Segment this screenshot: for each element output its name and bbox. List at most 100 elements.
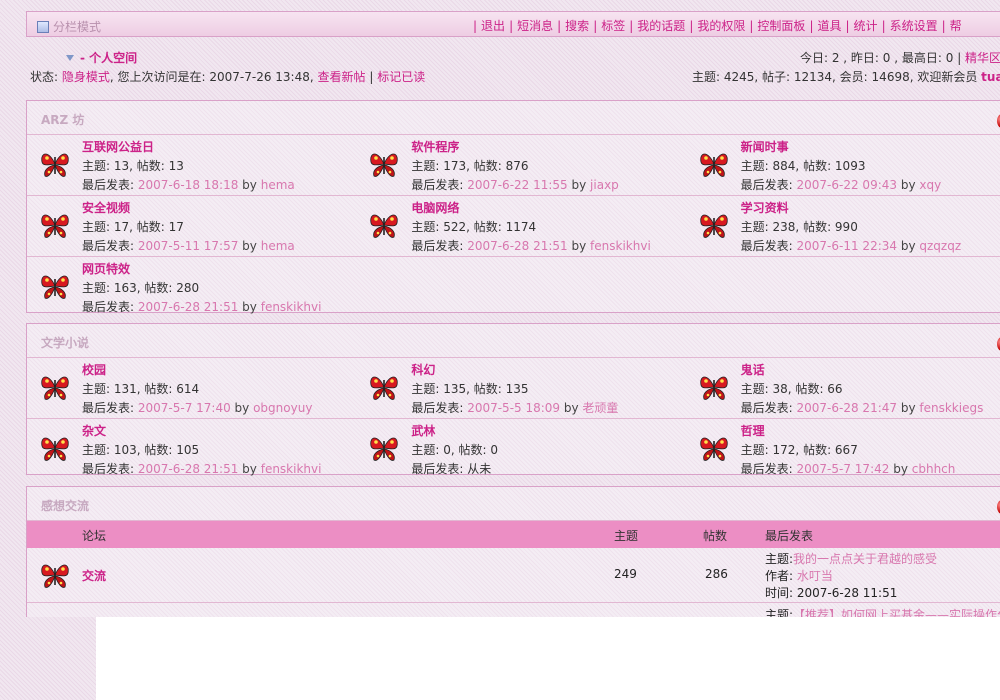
separator: |	[689, 19, 694, 33]
personal-space-link[interactable]: - 个人空间	[66, 49, 137, 66]
forum-counts: 主题: 13, 帖数: 13	[82, 157, 184, 174]
forum-link[interactable]: 交流	[82, 567, 106, 584]
forum-section: 文学小说 校园 主题: 131, 帖数: 614 最后发表: 2007-5-7 17:…	[26, 323, 1000, 476]
forum-link[interactable]: 电脑网络	[411, 199, 459, 216]
forum-link[interactable]: 互联网公益日	[82, 138, 154, 155]
forum-link[interactable]: 软件程序	[411, 138, 459, 155]
last-post: 最后发表: 2007-6-22 11:55 by jiaxp	[411, 176, 618, 193]
last-post-date-link[interactable]: 2007-5-7 17:40	[138, 401, 231, 415]
separator: |	[629, 19, 634, 33]
separator: |	[881, 19, 886, 33]
post-count: 1174	[505, 220, 537, 234]
last-post-date-link[interactable]: 2007-6-11 22:34	[797, 239, 898, 253]
mark-read-link[interactable]: 标记已读	[377, 70, 425, 84]
butterfly-icon	[39, 271, 71, 304]
forum-link[interactable]: 新闻时事	[741, 138, 789, 155]
butterfly-icon	[698, 149, 730, 182]
last-post-label: 最后发表:	[82, 401, 138, 415]
last-post-author-link[interactable]: hema	[261, 178, 295, 192]
nav-link[interactable]: 标签	[601, 19, 625, 33]
last-post-date-link[interactable]: 2007-6-28 21:51	[467, 239, 568, 253]
last-post-author-link[interactable]: xqy	[919, 178, 941, 192]
posts-label: 帖数:	[144, 281, 177, 295]
section-title[interactable]: 文学小说	[41, 334, 89, 351]
forum-link[interactable]: 学习资料	[741, 199, 789, 216]
last-post-author-link[interactable]: fenskikhvi	[590, 239, 651, 253]
separator: ,	[466, 159, 474, 173]
topics-label: 主题:	[82, 443, 114, 457]
forum-link[interactable]: 鬼话	[741, 361, 765, 378]
split-mode-toggle[interactable]: 分栏模式	[37, 18, 101, 35]
forum-link[interactable]: 杂文	[82, 422, 106, 439]
section-header: 文学小说	[27, 324, 1000, 358]
forum-link[interactable]: 武林	[411, 422, 435, 439]
last-post-subject-link[interactable]: 【推荐】如何网上买基金——实际操作分	[793, 608, 1000, 617]
topic-count: 38	[772, 382, 788, 396]
last-post-date-link[interactable]: 2007-5-11 17:57	[138, 239, 239, 253]
last-post-date-link[interactable]: 2007-5-5 18:09	[467, 401, 560, 415]
nav-link[interactable]: 道具	[817, 19, 841, 33]
elite-area-link[interactable]: 精华区	[965, 51, 1000, 65]
post-count: 105	[176, 443, 200, 457]
nav-link[interactable]: 退出	[481, 19, 505, 33]
forum-counts: 主题: 238, 帖数: 990	[741, 218, 858, 235]
nav-link[interactable]: 搜索	[565, 19, 589, 33]
last-post-date-link[interactable]: 2007-6-22 11:55	[467, 178, 568, 192]
nav-link[interactable]: 统计	[854, 19, 878, 33]
last-post-author-link[interactable]: fenskkiegs	[919, 401, 983, 415]
forum-link[interactable]: 网页特效	[82, 260, 130, 277]
separator: |	[557, 19, 562, 33]
topic-count: 13	[113, 159, 130, 173]
status-prefix: 状态:	[30, 70, 62, 84]
forum-cell: 网页特效 主题: 163, 帖数: 280 最后发表: 2007-6-28 21:5…	[27, 257, 362, 318]
separator: ,	[795, 443, 804, 457]
new-member-link[interactable]: tuan	[981, 70, 1000, 84]
last-post-author-link[interactable]: cbhhch	[912, 462, 956, 476]
nav-link[interactable]: 帮	[950, 19, 962, 33]
nav-link[interactable]: 我的权限	[697, 19, 745, 33]
last-post-author-link[interactable]: fenskikhvi	[261, 300, 322, 314]
topic-count: 249	[614, 567, 637, 581]
forum-link[interactable]: 安全视频	[82, 199, 130, 216]
invisible-mode-link[interactable]: 隐身模式	[62, 70, 110, 84]
last-post-author-link[interactable]: obgnoyuy	[253, 401, 312, 415]
last-post-date-link[interactable]: 2007-5-7 17:42	[797, 462, 890, 476]
post-count: 990	[834, 220, 858, 234]
nav-link[interactable]: 我的话题	[637, 19, 685, 33]
nav-link[interactable]: 控制面板	[757, 19, 805, 33]
topics-label: 主题:	[740, 220, 773, 234]
by-label: by	[897, 239, 920, 253]
last-post-author-link[interactable]: fenskikhvi	[261, 462, 322, 476]
last-post-date-link[interactable]: 2007-6-28 21:51	[138, 300, 239, 314]
forum-link[interactable]: 科幻	[411, 361, 435, 378]
by-label: by	[567, 239, 591, 253]
nav-link[interactable]: 系统设置	[890, 19, 938, 33]
last-post-date-link[interactable]: 2007-6-18 18:18	[138, 178, 239, 192]
last-post-label: 最后发表:	[411, 239, 468, 253]
last-visit-text: , 您上次访问是在: 2007-7-26 13:48,	[109, 70, 318, 84]
last-post-author-link[interactable]: jiaxp	[590, 178, 619, 192]
posts-label: 帖数:	[803, 220, 835, 234]
section-title[interactable]: ARZ 坊	[41, 111, 84, 128]
last-post-author-link[interactable]: hema	[261, 239, 295, 253]
separator: |	[593, 19, 598, 33]
last-post-date-link[interactable]: 2007-6-28 21:47	[797, 401, 898, 415]
triangle-down-icon	[66, 54, 74, 61]
separator: ,	[129, 159, 137, 173]
section-title[interactable]: 感想交流	[41, 497, 89, 514]
forum-link[interactable]: 校园	[82, 361, 106, 378]
last-post-author-link[interactable]: qzqzqz	[919, 239, 961, 253]
last-post-date-link[interactable]: 2007-6-28 21:51	[138, 462, 239, 476]
site-stats-text: 主题: 4245, 帖子: 12134, 会员: 14698, 欢迎新会员	[692, 70, 982, 84]
forum-counts: 主题: 135, 帖数: 135	[411, 380, 528, 397]
forum-link[interactable]: 哲理	[741, 422, 765, 439]
nav-link[interactable]: 短消息	[517, 19, 553, 33]
last-post: 最后发表: 2007-6-28 21:47 by fenskkiegs	[741, 399, 984, 416]
separator: ,	[466, 382, 474, 396]
view-new-posts-link[interactable]: 查看新帖	[318, 70, 366, 84]
by-label: by	[238, 239, 261, 253]
last-post-date-link[interactable]: 2007-6-22 09:43	[797, 178, 898, 192]
last-post-author-link[interactable]: 水叮当	[797, 569, 833, 583]
last-post-author-link[interactable]: 老顽童	[582, 401, 618, 415]
last-post-subject-link[interactable]: 我的一点点关于君越的感受	[793, 552, 937, 566]
